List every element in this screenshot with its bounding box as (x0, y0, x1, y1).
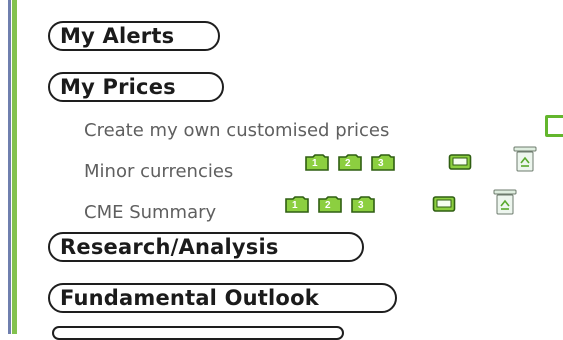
cme-summary-link[interactable]: CME Summary (84, 201, 216, 225)
research-analysis-button[interactable]: Research/Analysis (48, 232, 364, 262)
left-rail-green (12, 0, 17, 334)
research-analysis-label: Research/Analysis (60, 234, 279, 259)
folder-2-icon[interactable]: 2 (318, 195, 342, 213)
create-custom-prices-link[interactable]: Create my own customised prices (84, 119, 389, 143)
edit-box-icon[interactable] (448, 153, 472, 171)
folder-1-number: 1 (312, 158, 318, 169)
recycle-bin-icon[interactable] (492, 188, 518, 216)
folder-1-icon[interactable]: 1 (285, 195, 309, 213)
create-box-icon[interactable] (545, 115, 563, 137)
folder-3-number: 3 (358, 200, 364, 211)
create-custom-prices-label: Create my own customised prices (84, 120, 390, 141)
left-rail-blue (8, 0, 11, 334)
my-alerts-label: My Alerts (60, 23, 175, 48)
fundamental-outlook-label: Fundamental Outlook (60, 285, 319, 310)
edit-box-icon[interactable] (432, 195, 456, 213)
minor-currencies-link[interactable]: Minor currencies (84, 160, 233, 184)
folder-1-number: 1 (292, 200, 298, 211)
folder-2-icon[interactable]: 2 (338, 153, 362, 171)
recycle-bin-icon[interactable] (512, 145, 538, 173)
cme-summary-label: CME Summary (84, 202, 217, 223)
folder-2-number: 2 (325, 200, 331, 211)
folder-2-number: 2 (345, 158, 351, 169)
my-prices-button[interactable]: My Prices (48, 72, 224, 102)
folder-1-icon[interactable]: 1 (305, 153, 329, 171)
folder-3-number: 3 (378, 158, 384, 169)
next-menu-pill-partial[interactable] (52, 326, 344, 340)
folder-3-icon[interactable]: 3 (351, 195, 375, 213)
folder-3-icon[interactable]: 3 (371, 153, 395, 171)
my-prices-label: My Prices (60, 74, 176, 99)
fundamental-outlook-button[interactable]: Fundamental Outlook (48, 283, 397, 313)
minor-currencies-label: Minor currencies (84, 161, 234, 182)
my-alerts-button[interactable]: My Alerts (48, 21, 220, 51)
